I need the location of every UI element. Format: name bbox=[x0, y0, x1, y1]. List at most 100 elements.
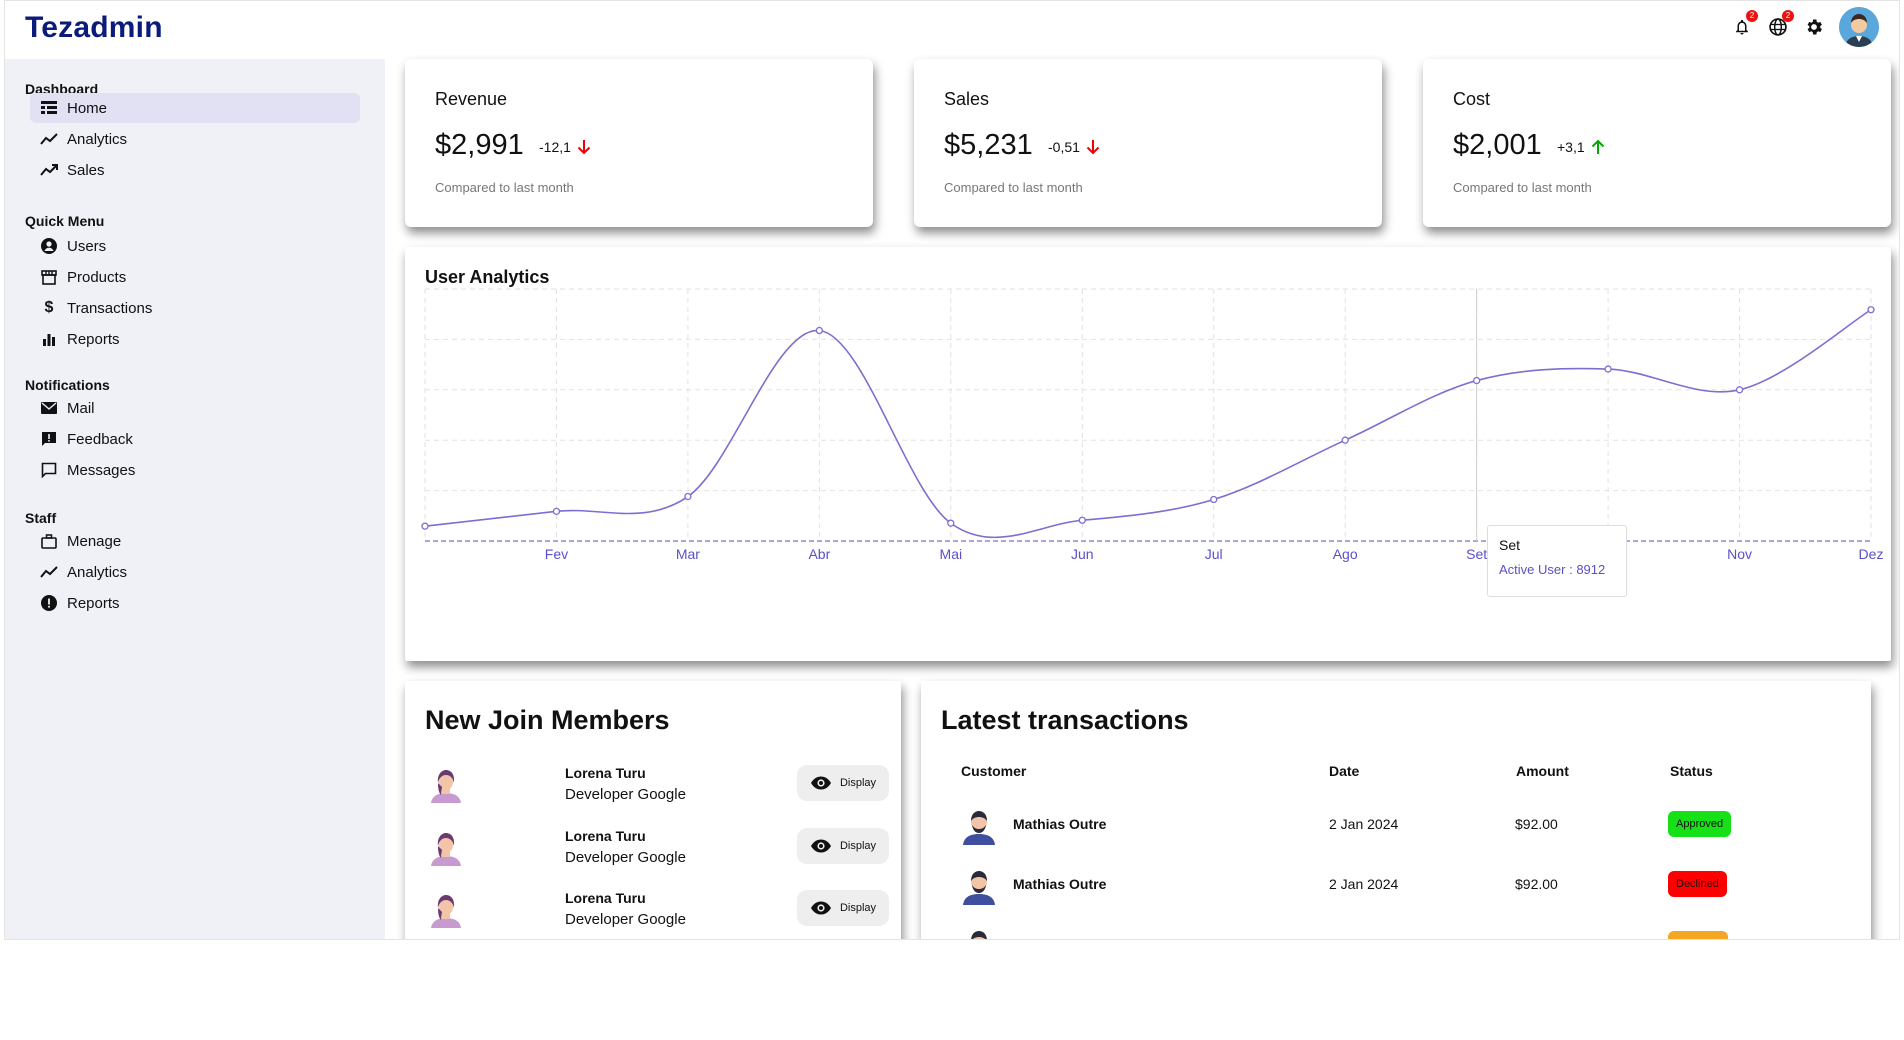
data-point-jul bbox=[1210, 495, 1218, 504]
sidebar-item-messages[interactable]: Messages bbox=[30, 455, 360, 485]
member-avatar bbox=[426, 764, 466, 804]
display-button[interactable]: Display bbox=[797, 828, 889, 864]
sidebar-item-label: Analytics bbox=[67, 563, 128, 581]
sidebar-section-notifications: Notifications bbox=[25, 377, 110, 393]
sidebar-item-staff-analytics[interactable]: Analytics bbox=[30, 557, 360, 587]
table-row-partial[interactable] bbox=[941, 920, 1841, 939]
x-tick-label-abr: Abr bbox=[808, 546, 830, 562]
stat-rate-value: -12,1 bbox=[539, 139, 571, 155]
sidebar-item-staff-reports[interactable]: Reports bbox=[30, 588, 360, 618]
member-job: Developer Google bbox=[565, 849, 686, 866]
sidebar-item-analytics[interactable]: Analytics bbox=[30, 124, 360, 154]
panel-title: New Join Members bbox=[425, 705, 670, 735]
customer-avatar bbox=[971, 931, 987, 939]
display-button[interactable]: Display bbox=[797, 890, 889, 926]
home-table-icon bbox=[40, 99, 58, 117]
member-job: Developer Google bbox=[565, 911, 686, 928]
new-members-card: New Join Members Lorena Turu Developer G… bbox=[405, 681, 901, 939]
display-button-label: Display bbox=[839, 840, 877, 852]
user-circle-icon bbox=[40, 237, 58, 255]
member-name: Lorena Turu bbox=[565, 828, 646, 844]
sidebar-item-label: Sales bbox=[67, 161, 105, 179]
data-point-set bbox=[1472, 376, 1481, 385]
arrow-up-icon bbox=[1591, 139, 1604, 154]
status-badge: Declined bbox=[1668, 871, 1727, 897]
sidebar-item-label: Transactions bbox=[67, 299, 153, 317]
x-tick-label-nov: Nov bbox=[1727, 546, 1752, 562]
eye-icon bbox=[810, 839, 831, 853]
column-header-status: Status bbox=[1670, 763, 1713, 779]
sidebar-item-menage[interactable]: Menage bbox=[30, 526, 360, 556]
language-button[interactable]: 2 bbox=[1767, 10, 1794, 38]
member-avatar bbox=[426, 889, 466, 929]
stat-rate: +3,1 bbox=[1557, 139, 1605, 155]
display-button[interactable]: Display bbox=[797, 765, 889, 801]
data-point-dez bbox=[1867, 306, 1875, 314]
sidebar-item-label: Reports bbox=[67, 330, 120, 348]
bar-chart-icon bbox=[40, 330, 58, 348]
sidebar-item-products[interactable]: Products bbox=[30, 262, 360, 292]
sidebar-section-quick-menu: Quick Menu bbox=[25, 213, 105, 229]
data-point-jun bbox=[1078, 516, 1086, 524]
column-header-date: Date bbox=[1329, 763, 1360, 779]
top-icons: 2 2 bbox=[1731, 7, 1879, 47]
trend-icon bbox=[40, 563, 58, 581]
sidebar-item-label: Home bbox=[67, 99, 108, 117]
column-header-customer: Customer bbox=[961, 763, 1027, 779]
sidebar-item-mail[interactable]: Mail bbox=[30, 393, 360, 423]
trend-up-icon bbox=[40, 161, 58, 179]
sidebar: Dashboard Home Analytics Sales Quick Men… bbox=[5, 59, 385, 939]
tooltip-value-row: Active User : 8912 bbox=[1499, 562, 1615, 577]
tooltip-value: 8912 bbox=[1576, 562, 1606, 577]
display-button-label: Display bbox=[839, 902, 877, 914]
store-icon bbox=[40, 268, 58, 286]
data-point-nov bbox=[1735, 386, 1744, 394]
stat-subtitle: Compared to last month bbox=[944, 180, 1083, 195]
arrow-down-icon bbox=[577, 140, 591, 155]
sidebar-item-label: Feedback bbox=[67, 430, 133, 448]
member-job: Developer Google bbox=[565, 786, 686, 803]
message-icon bbox=[40, 461, 58, 479]
gear-icon bbox=[1807, 19, 1822, 35]
user-avatar[interactable] bbox=[1839, 7, 1879, 47]
x-tick-label-set: Set bbox=[1466, 546, 1487, 562]
x-tick-label-ago: Ago bbox=[1333, 546, 1358, 562]
trend-icon bbox=[40, 130, 58, 148]
sidebar-section-staff: Staff bbox=[25, 510, 57, 526]
member-row: Lorena Turu Developer Google Display bbox=[425, 884, 889, 934]
cost-card: Cost $2,001 +3,1 Compared to last month bbox=[1423, 59, 1891, 227]
briefcase-icon bbox=[40, 532, 58, 550]
member-row: Lorena Turu Developer Google Display bbox=[425, 822, 889, 872]
user-analytics-chart[interactable]: FevMarAbrMaiJunJulAgoSetOutNovDez bbox=[405, 247, 1891, 661]
stat-title: Cost bbox=[1453, 89, 1491, 109]
arrow-down-icon bbox=[1086, 140, 1100, 155]
stat-value: $2,001 bbox=[1453, 129, 1542, 161]
eye-icon bbox=[810, 901, 831, 915]
sidebar-item-sales[interactable]: Sales bbox=[30, 155, 360, 185]
sidebar-item-home[interactable]: Home bbox=[30, 93, 360, 123]
app-logo[interactable]: Tezadmin bbox=[25, 11, 163, 45]
table-row[interactable]: Mathias Outre 2 Jan 2024 $92.00 Declined bbox=[941, 860, 1841, 910]
alert-circle-icon bbox=[40, 594, 58, 612]
member-name: Lorena Turu bbox=[565, 765, 646, 781]
sidebar-item-label: Reports bbox=[67, 594, 120, 612]
transaction-date: 2 Jan 2024 bbox=[1329, 816, 1399, 832]
notifications-button[interactable]: 2 bbox=[1731, 10, 1758, 38]
tooltip-month: Set bbox=[1499, 537, 1521, 553]
sidebar-item-feedback[interactable]: Feedback bbox=[30, 424, 360, 454]
language-badge: 2 bbox=[1782, 10, 1794, 22]
table-row[interactable]: Mathias Outre 2 Jan 2024 $92.00 Approved bbox=[941, 800, 1841, 850]
dollar-icon: $ bbox=[44, 299, 54, 316]
stat-title: Sales bbox=[944, 89, 990, 109]
sidebar-item-users[interactable]: Users bbox=[30, 231, 360, 261]
customer-name: Mathias Outre bbox=[1013, 876, 1107, 892]
settings-button[interactable] bbox=[1803, 16, 1825, 38]
customer-avatar bbox=[963, 871, 995, 905]
x-tick-label-mar: Mar bbox=[676, 546, 700, 562]
sidebar-item-transactions[interactable]: $ Transactions bbox=[30, 293, 360, 323]
sidebar-item-reports[interactable]: Reports bbox=[30, 324, 360, 354]
notification-badge: 2 bbox=[1746, 10, 1758, 22]
latest-transactions-card: Latest transactions Customer Date Amount… bbox=[921, 681, 1871, 939]
user-analytics-card: User Analytics FevMarAbrMaiJunJulAgoSetO… bbox=[405, 247, 1891, 661]
member-avatar bbox=[426, 827, 466, 867]
